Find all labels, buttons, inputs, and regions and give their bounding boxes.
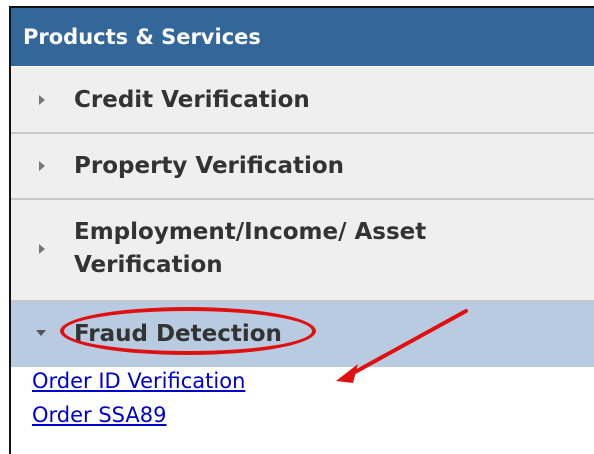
menu-item-label: Fraud Detection <box>74 321 282 347</box>
panel-header: Products & Services <box>11 8 594 67</box>
menu-item-credit-verification[interactable]: Credit Verification <box>11 67 594 134</box>
menu-item-fraud-detection[interactable]: Fraud Detection <box>11 302 594 367</box>
order-id-verification-link[interactable]: Order ID Verification <box>32 364 245 398</box>
menu-item-employment-income-asset-verification[interactable]: Employment/Income/ Asset Verification <box>11 200 594 302</box>
caret-right-icon <box>39 161 45 171</box>
menu-item-label: Employment/Income/ Asset Verification <box>74 219 427 278</box>
caret-down-icon <box>36 330 46 336</box>
caret-right-icon <box>39 95 45 105</box>
caret-right-icon <box>39 244 45 254</box>
fraud-detection-submenu: Order ID Verification Order SSA89 <box>32 364 245 432</box>
order-ssa89-link[interactable]: Order SSA89 <box>32 398 245 432</box>
menu-item-label: Credit Verification <box>74 87 310 113</box>
menu-item-property-verification[interactable]: Property Verification <box>11 134 594 200</box>
menu-item-label: Property Verification <box>74 153 345 179</box>
